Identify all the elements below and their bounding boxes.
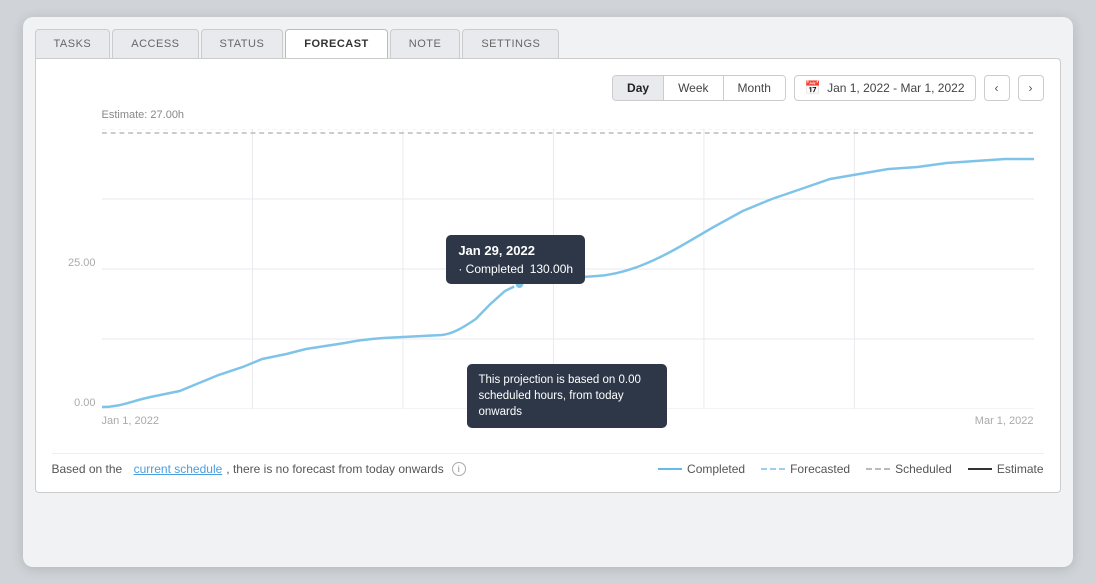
legend-forecasted-label: Forecasted	[790, 462, 850, 476]
legend-scheduled-line	[866, 468, 890, 470]
legend-estimate-label: Estimate	[997, 462, 1044, 476]
footer: Based on the current schedule, there is …	[52, 453, 1044, 476]
period-day-button[interactable]: Day	[613, 76, 664, 100]
legend-completed: Completed	[658, 462, 745, 476]
legend-completed-label: Completed	[687, 462, 745, 476]
x-label-end: Mar 1, 2022	[975, 415, 1034, 427]
legend-scheduled-label: Scheduled	[895, 462, 952, 476]
tab-tasks[interactable]: TASKS	[35, 29, 111, 58]
date-range-label: Jan 1, 2022 - Mar 1, 2022	[827, 81, 964, 95]
y-label-0: 0.00	[74, 397, 95, 409]
calendar-icon: 📅	[805, 80, 821, 96]
legend: Completed Forecasted Scheduled Estimate	[658, 462, 1043, 476]
tab-status[interactable]: STATUS	[201, 29, 284, 58]
period-btn-group: Day Week Month	[612, 75, 786, 101]
estimate-label: Estimate: 27.00h	[102, 109, 185, 121]
footer-left: Based on the current schedule, there is …	[52, 462, 466, 476]
period-month-button[interactable]: Month	[724, 76, 785, 100]
prev-period-button[interactable]: ‹	[984, 75, 1010, 101]
legend-scheduled: Scheduled	[866, 462, 952, 476]
main-card: Day Week Month 📅 Jan 1, 2022 - Mar 1, 20…	[35, 58, 1061, 493]
tab-note[interactable]: NOTE	[390, 29, 461, 58]
date-range[interactable]: 📅 Jan 1, 2022 - Mar 1, 2022	[794, 75, 976, 101]
legend-estimate-line	[968, 468, 992, 470]
tabs-row: TASKS ACCESS STATUS FORECAST NOTE SETTIN…	[35, 29, 1061, 58]
legend-estimate: Estimate	[968, 462, 1044, 476]
info-popup: This projection is based on 0.00 schedul…	[467, 364, 667, 428]
legend-forecasted-line	[761, 468, 785, 470]
y-axis: 25.00 0.00	[52, 129, 102, 409]
outer-card: TASKS ACCESS STATUS FORECAST NOTE SETTIN…	[23, 17, 1073, 567]
period-week-button[interactable]: Week	[664, 76, 723, 100]
x-label-start: Jan 1, 2022	[102, 415, 160, 427]
footer-text-before: Based on the	[52, 462, 123, 476]
info-popup-text: This projection is based on 0.00 schedul…	[479, 374, 641, 418]
footer-text-after: , there is no forecast from today onward…	[226, 462, 443, 476]
footer-link[interactable]: current schedule	[134, 462, 223, 476]
info-icon[interactable]: i	[452, 462, 466, 476]
tab-forecast[interactable]: FORECAST	[285, 29, 388, 58]
legend-forecasted: Forecasted	[761, 462, 850, 476]
toolbar: Day Week Month 📅 Jan 1, 2022 - Mar 1, 20…	[52, 75, 1044, 101]
y-label-25: 25.00	[68, 257, 96, 269]
tab-access[interactable]: ACCESS	[112, 29, 198, 58]
next-period-button[interactable]: ›	[1018, 75, 1044, 101]
tab-settings[interactable]: SETTINGS	[462, 29, 559, 58]
legend-completed-line	[658, 468, 682, 470]
